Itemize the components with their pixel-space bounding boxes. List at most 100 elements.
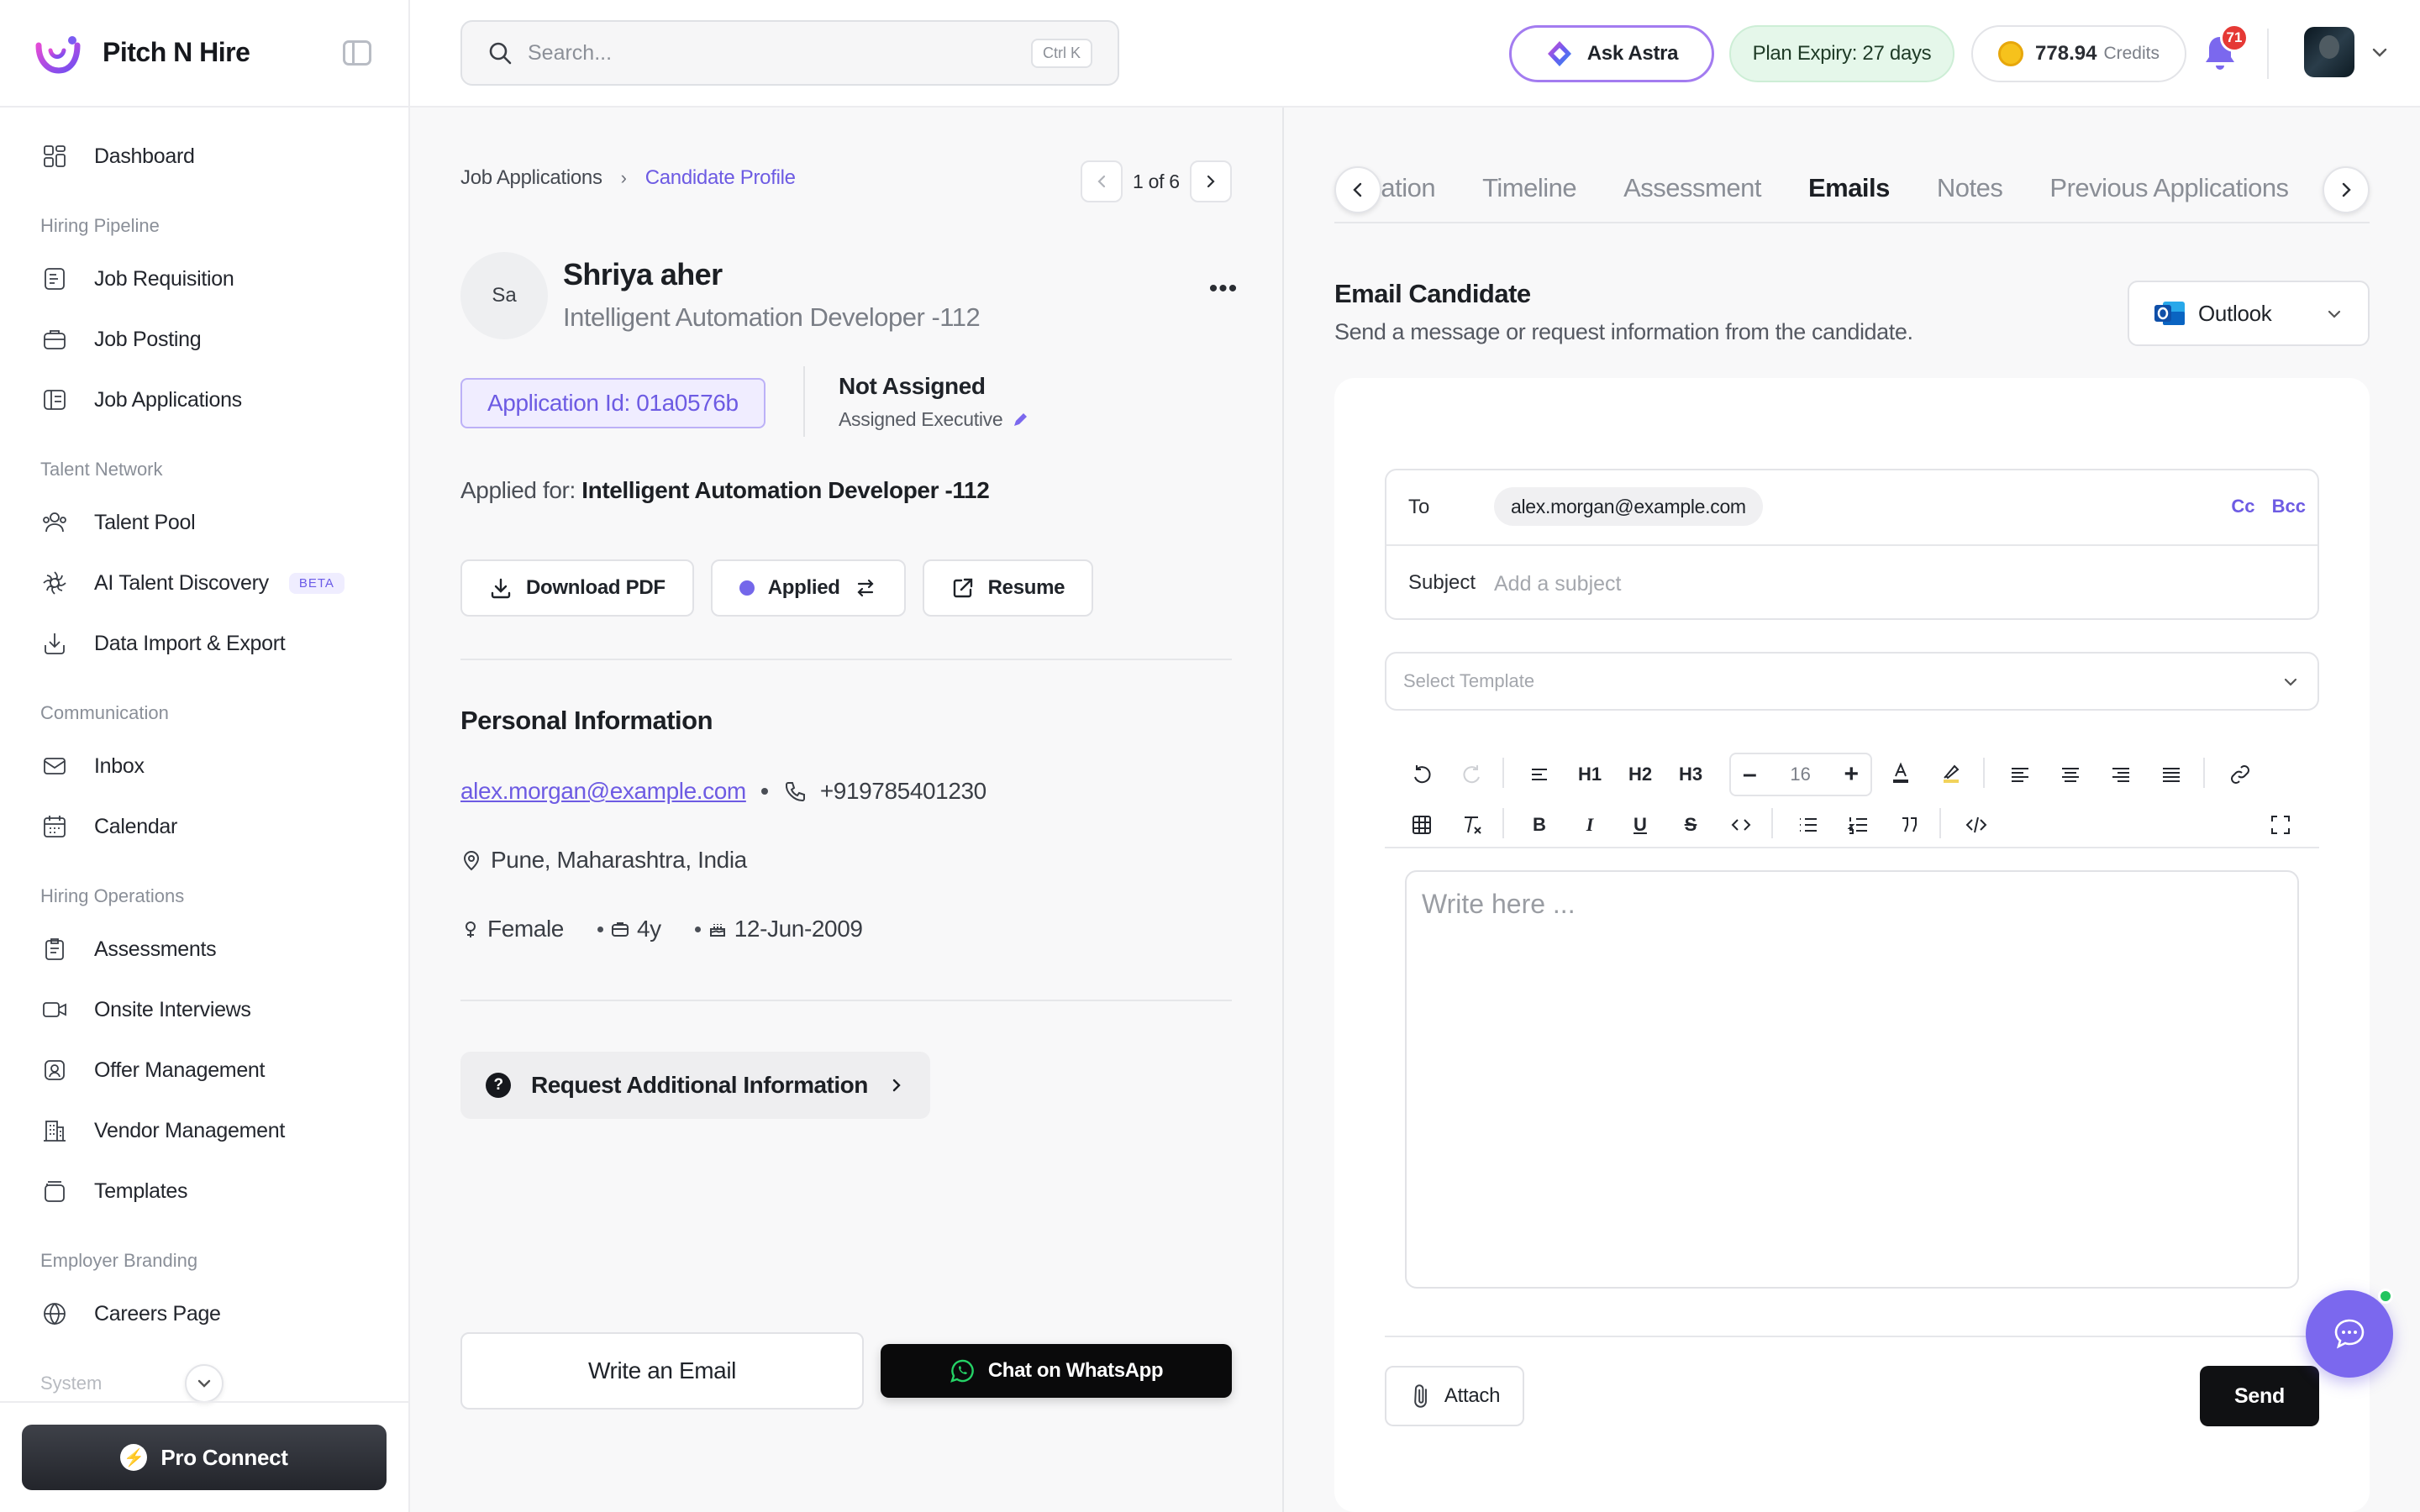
email-provider-select[interactable]: Outlook bbox=[2128, 281, 2370, 346]
chat-bubble-icon bbox=[2334, 1319, 2365, 1349]
pro-connect-button[interactable]: ⚡ Pro Connect bbox=[22, 1425, 387, 1490]
phone-icon bbox=[785, 782, 805, 802]
tab-scroll-left-button[interactable] bbox=[1334, 166, 1381, 213]
font-size-stepper[interactable]: – 16 + bbox=[1729, 753, 1872, 796]
strikethrough-button[interactable]: S bbox=[1672, 806, 1709, 843]
send-button[interactable]: Send bbox=[2200, 1366, 2319, 1426]
heading-3-button[interactable]: H3 bbox=[1672, 756, 1709, 793]
user-avatar[interactable] bbox=[2304, 27, 2354, 77]
fullscreen-icon[interactable] bbox=[2262, 806, 2299, 843]
heading-1-button[interactable]: H1 bbox=[1571, 756, 1608, 793]
recipient-chip[interactable]: alex.morgan@example.com bbox=[1494, 487, 1763, 526]
search-bar[interactable]: Ctrl K bbox=[460, 20, 1119, 86]
sidebar-item-templates[interactable]: Templates bbox=[40, 1168, 376, 1215]
chat-support-button[interactable] bbox=[2306, 1290, 2393, 1378]
align-right-icon[interactable] bbox=[2102, 756, 2139, 793]
paragraph-icon[interactable] bbox=[1521, 756, 1558, 793]
code-icon[interactable] bbox=[1723, 806, 1760, 843]
undo-icon[interactable] bbox=[1403, 756, 1440, 793]
candidate-email-link[interactable]: alex.morgan@example.com bbox=[460, 778, 746, 805]
sidebar-item-job-applications[interactable]: Job Applications bbox=[40, 376, 376, 423]
requisition-icon bbox=[40, 265, 69, 293]
write-email-button[interactable]: Write an Email bbox=[460, 1332, 864, 1410]
search-input[interactable] bbox=[528, 40, 1065, 66]
sidebar-item-dashboard[interactable]: Dashboard bbox=[40, 133, 376, 180]
pencil-icon[interactable] bbox=[1011, 411, 1029, 429]
bold-button[interactable]: B bbox=[1521, 806, 1558, 843]
credits-label: Credits bbox=[2103, 44, 2160, 63]
ask-astra-button[interactable]: Ask Astra bbox=[1509, 25, 1714, 82]
resume-button[interactable]: Resume bbox=[922, 559, 1094, 617]
chevron-down-icon[interactable] bbox=[2370, 42, 2390, 62]
subject-input[interactable] bbox=[1494, 564, 2284, 603]
cc-link[interactable]: Cc bbox=[2231, 496, 2254, 517]
breadcrumb-parent[interactable]: Job Applications bbox=[460, 166, 602, 190]
align-justify-icon[interactable] bbox=[2153, 756, 2190, 793]
application-id-badge: Application Id: 01a0576b bbox=[460, 378, 765, 428]
cc-bcc-links: Cc Bcc bbox=[2219, 496, 2306, 517]
clear-format-icon[interactable] bbox=[1454, 806, 1491, 843]
bullet-list-icon[interactable] bbox=[1790, 806, 1827, 843]
tab-assessment[interactable]: Assessment bbox=[1623, 173, 1761, 203]
tab-previous-applications[interactable]: Previous Applications bbox=[2049, 173, 2289, 203]
sidebar-item-inbox[interactable]: Inbox bbox=[40, 743, 376, 790]
more-options-icon[interactable]: ••• bbox=[1205, 275, 1242, 302]
sidebar-item-job-posting[interactable]: Job Posting bbox=[40, 316, 376, 363]
highlight-icon[interactable] bbox=[1933, 754, 1970, 791]
tab-notes[interactable]: Notes bbox=[1937, 173, 2003, 203]
tab-scroll-right-button[interactable] bbox=[2323, 166, 2370, 213]
sidebar-item-careers-page[interactable]: Careers Page bbox=[40, 1290, 376, 1337]
chevron-left-icon bbox=[1353, 182, 1362, 197]
email-subtitle: Send a message or request information fr… bbox=[1334, 319, 1913, 344]
align-left-icon[interactable] bbox=[2002, 756, 2039, 793]
assigned-executive-label: Assigned Executive bbox=[839, 408, 1003, 430]
download-pdf-button[interactable]: Download PDF bbox=[460, 559, 694, 617]
sidebar-item-assessments[interactable]: Assessments bbox=[40, 926, 376, 973]
quote-icon[interactable] bbox=[1891, 806, 1928, 843]
italic-button[interactable]: I bbox=[1571, 806, 1608, 843]
sidebar-item-vendor-management[interactable]: Vendor Management bbox=[40, 1107, 376, 1154]
pager-prev-button[interactable] bbox=[1081, 160, 1123, 202]
sidebar-item-data-import-export[interactable]: Data Import & Export bbox=[40, 620, 376, 667]
sidebar-collapse-icon[interactable] bbox=[343, 40, 371, 66]
sidebar-item-onsite-interviews[interactable]: Onsite Interviews bbox=[40, 986, 376, 1033]
font-size-increase[interactable]: + bbox=[1844, 760, 1859, 789]
sidebar-item-ai-talent-discovery[interactable]: AI Talent Discovery BETA bbox=[40, 559, 376, 606]
text-color-icon[interactable] bbox=[1882, 754, 1919, 791]
attach-button[interactable]: Attach bbox=[1385, 1366, 1524, 1426]
tab-emails[interactable]: Emails bbox=[1808, 173, 1890, 203]
link-icon[interactable] bbox=[2222, 756, 2259, 793]
email-body-editor[interactable] bbox=[1405, 870, 2299, 1289]
candidate-location: Pune, Maharashtra, India bbox=[491, 847, 747, 873]
template-select[interactable]: Select Template bbox=[1385, 652, 2319, 711]
font-size-decrease[interactable]: – bbox=[1743, 760, 1757, 789]
status-label: Applied bbox=[767, 576, 840, 599]
scroll-down-button[interactable] bbox=[185, 1364, 224, 1403]
sidebar-item-offer-management[interactable]: Offer Management bbox=[40, 1047, 376, 1094]
email-body-textarea[interactable] bbox=[1407, 872, 2297, 1287]
system-row: System bbox=[40, 1364, 393, 1403]
whatsapp-button[interactable]: Chat on WhatsApp bbox=[881, 1344, 1232, 1398]
sidebar-item-calendar[interactable]: Calendar bbox=[40, 803, 376, 850]
toolbar-separator bbox=[1983, 758, 1985, 788]
sidebar-item-job-requisition[interactable]: Job Requisition bbox=[40, 255, 376, 302]
globe-icon bbox=[40, 1299, 69, 1328]
sidebar-item-talent-pool[interactable]: Talent Pool bbox=[40, 499, 376, 546]
table-icon[interactable] bbox=[1403, 806, 1440, 843]
import-export-icon bbox=[40, 629, 69, 658]
status-button[interactable]: Applied bbox=[710, 559, 906, 617]
request-additional-info-button[interactable]: ? Request Additional Information bbox=[460, 1052, 930, 1119]
briefcase-icon bbox=[611, 922, 629, 937]
heading-2-button[interactable]: H2 bbox=[1622, 756, 1659, 793]
tab-timeline[interactable]: Timeline bbox=[1482, 173, 1577, 203]
paperclip-icon bbox=[1414, 1384, 1427, 1408]
pager-next-button[interactable] bbox=[1189, 160, 1232, 202]
numbered-list-icon[interactable] bbox=[1840, 806, 1877, 843]
candidate-role: Intelligent Automation Developer -112 bbox=[563, 302, 981, 332]
align-center-icon[interactable] bbox=[2052, 756, 2089, 793]
code-block-icon[interactable] bbox=[1958, 806, 1995, 843]
candidate-experience: 4y bbox=[636, 916, 661, 942]
bcc-link[interactable]: Bcc bbox=[2272, 496, 2306, 517]
underline-button[interactable]: U bbox=[1622, 806, 1659, 843]
redo-icon[interactable] bbox=[1454, 756, 1491, 793]
